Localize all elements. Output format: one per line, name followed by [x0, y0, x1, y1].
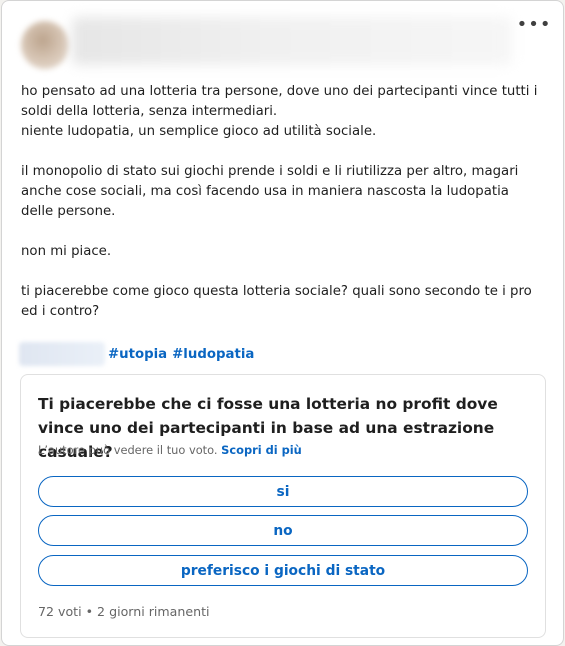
post-card: ••• ho pensato ad una lotteria tra perso… [1, 0, 564, 646]
poll-note-text: L’autore può vedere il tuo voto. [38, 443, 218, 457]
more-options-icon[interactable]: ••• [517, 11, 551, 39]
author-avatar[interactable] [21, 21, 69, 69]
post-line: ti piacerebbe come gioco questa lotteria… [21, 284, 532, 319]
author-info-redacted[interactable] [72, 17, 512, 65]
hashtag-link[interactable]: #ludopatia [172, 347, 254, 362]
poll-option-button[interactable]: si [38, 476, 528, 507]
post-line: il monopolio di stato sui giochi prende … [21, 164, 519, 219]
post-header: ••• [2, 1, 563, 76]
mention-redacted[interactable] [19, 342, 105, 366]
poll-card: Ti piacerebbe che ci fosse una lotteria … [20, 374, 546, 638]
poll-option-button[interactable]: preferisco i giochi di stato [38, 555, 528, 586]
poll-visibility-note: L’autore può vedere il tuo voto. Scopri … [38, 443, 302, 457]
hashtag-link[interactable]: #utopia [108, 347, 167, 362]
hashtag-row: #utopia #ludopatia [19, 342, 379, 366]
learn-more-link[interactable]: Scopri di più [221, 443, 302, 457]
post-body: ho pensato ad una lotteria tra persone, … [21, 82, 541, 322]
post-line: niente ludopatia, un semplice gioco ad u… [21, 124, 377, 139]
post-line: non mi piace. [21, 244, 112, 259]
poll-option-button[interactable]: no [38, 515, 528, 546]
poll-vote-count: 72 voti • 2 giorni rimanenti [38, 604, 210, 619]
post-line: ho pensato ad una lotteria tra persone, … [21, 84, 538, 119]
